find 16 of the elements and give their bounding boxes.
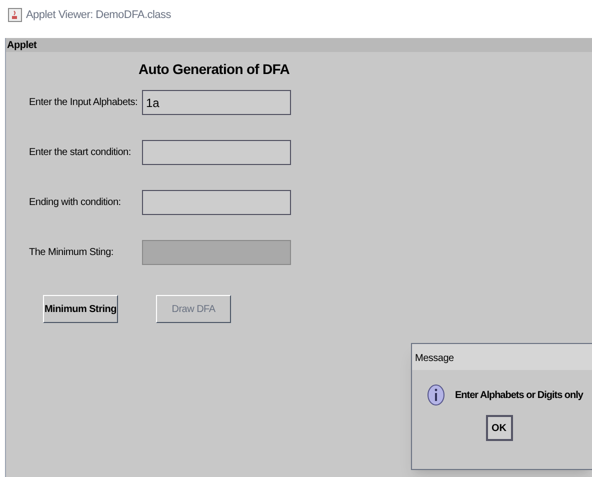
form-heading: Auto Generation of DFA	[138, 60, 290, 79]
text-field[interactable]	[142, 190, 291, 215]
dialog-message: Enter Alphabets or Digits only	[455, 388, 583, 402]
window-title: Applet Viewer: DemoDFA.class	[26, 8, 171, 23]
text-field[interactable]	[142, 140, 291, 165]
field-label: Ending with condition:	[28, 196, 122, 210]
action-button[interactable]: Minimum String	[43, 295, 118, 323]
field-label: Enter the Input Alphabets:	[28, 96, 139, 110]
java-cup-icon	[8, 8, 22, 22]
text-field[interactable]: 1a	[142, 90, 291, 115]
ok-button[interactable]: OK	[486, 415, 512, 441]
dialog-title: Message	[412, 344, 592, 370]
menu-item[interactable]: Applet	[6, 38, 38, 52]
info-icon	[427, 384, 445, 406]
field-label: The Minimum Sting:	[28, 246, 114, 260]
field-label: Enter the start condition:	[28, 146, 132, 160]
